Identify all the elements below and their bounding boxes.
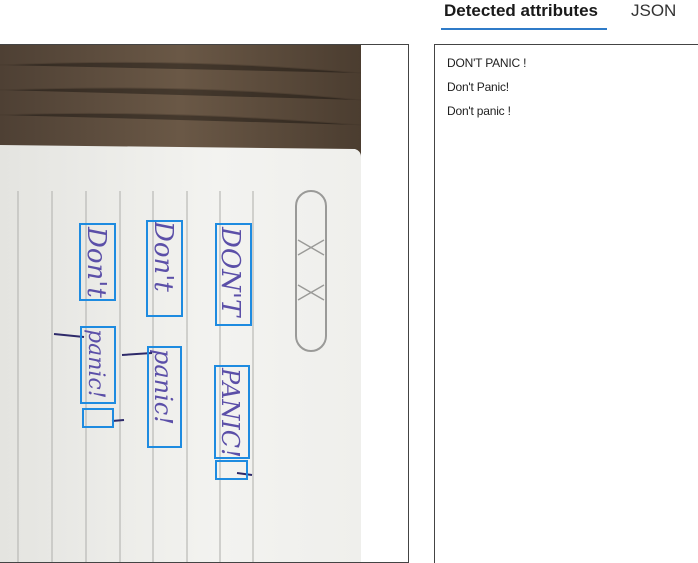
- result-line: Don't Panic!: [447, 80, 509, 94]
- handwriting-col2-top: Don't: [148, 220, 178, 292]
- tab-json[interactable]: JSON: [631, 0, 676, 30]
- handwriting-col2-bottom: panic!: [149, 349, 177, 425]
- result-line: DON'T PANIC !: [447, 56, 527, 70]
- results-panel: DON'T PANIC ! Don't Panic! Don't panic !: [434, 44, 698, 563]
- image-preview: Don't panic! Don't panic! DON'T PANIC!: [0, 44, 409, 563]
- result-line: Don't panic !: [447, 104, 511, 118]
- handwriting-col3-bottom: PANIC!: [216, 367, 244, 458]
- photo-handwriting: Don't panic! Don't panic! DON'T PANIC!: [0, 45, 408, 562]
- handwriting-col3-top: DON'T: [215, 226, 245, 318]
- handwriting-col1-bottom: panic!: [83, 329, 108, 399]
- tab-bar: Detected attributes JSON: [434, 0, 698, 36]
- handwriting-col1-top: Don't: [81, 226, 111, 298]
- tab-detected-attributes[interactable]: Detected attributes: [444, 0, 598, 30]
- active-tab-indicator: [441, 28, 607, 30]
